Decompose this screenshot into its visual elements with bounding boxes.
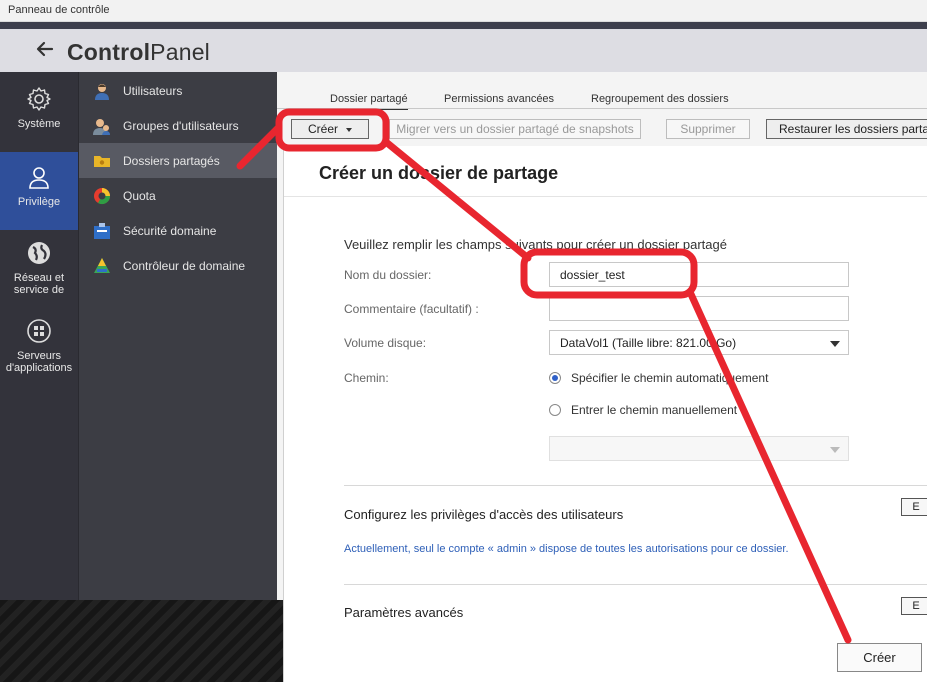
back-arrow-icon[interactable]: [34, 38, 56, 60]
submenu-label: Dossiers partagés: [123, 154, 220, 168]
submenu-label: Sécurité domaine: [123, 224, 217, 238]
domain-controller-icon: [94, 258, 110, 273]
user-icon: [29, 167, 49, 189]
create-share-dialog: Créer un dossier de partage Veuillez rem…: [283, 146, 927, 682]
gear-icon: [27, 87, 51, 111]
edit-advanced-button[interactable]: E: [901, 597, 927, 615]
tab-regroupement[interactable]: Regroupement des dossiers: [591, 93, 729, 105]
comment-label: Commentaire (facultatif) :: [344, 302, 479, 316]
user-icon: [95, 84, 109, 100]
nav-item-systeme[interactable]: Système: [0, 86, 78, 146]
path-label: Chemin:: [344, 371, 389, 385]
domain-security-icon: [94, 223, 110, 239]
titlebar-divider: [0, 22, 927, 29]
delete-button[interactable]: Supprimer: [666, 119, 750, 139]
section-divider: [344, 584, 927, 585]
submenu-label: Contrôleur de domaine: [123, 259, 246, 273]
submenu-item-dossiers-partages[interactable]: Dossiers partagés: [79, 143, 278, 178]
submenu-label: Quota: [123, 189, 156, 203]
submenu-item-utilisateurs[interactable]: Utilisateurs: [79, 73, 278, 108]
restore-folders-button[interactable]: Restaurer les dossiers partag: [766, 119, 927, 139]
volume-label: Volume disque:: [344, 336, 427, 350]
tab-dossier-partage[interactable]: Dossier partagé: [330, 93, 408, 111]
app-header: ControlPanel: [0, 29, 927, 72]
nav-label: Privilège: [17, 196, 61, 208]
create-button[interactable]: Créer: [837, 643, 922, 672]
path-manual-radio[interactable]: [549, 404, 561, 416]
submenu-item-quota[interactable]: Quota: [79, 178, 278, 213]
privileges-note: Actuellement, seul le compte « admin » d…: [344, 543, 789, 555]
folder-name-input[interactable]: dossier_test: [549, 262, 849, 287]
nav-item-serveurs[interactable]: Serveurs d'applications: [0, 318, 78, 378]
nav-item-privilege[interactable]: Privilège: [0, 152, 78, 230]
section-divider: [344, 485, 927, 486]
window-title: Panneau de contrôle: [8, 4, 110, 16]
main-nav: Système Privilège Réseau et service de S…: [0, 72, 78, 600]
nav-label: Système: [17, 118, 61, 130]
submenu-label: Utilisateurs: [123, 84, 183, 98]
chevron-down-icon: [830, 341, 840, 347]
volume-select[interactable]: DataVol1 (Taille libre: 821.00 Go): [549, 330, 849, 355]
volume-select-value: DataVol1 (Taille libre: 821.00 Go): [560, 336, 737, 350]
submenu-item-groupes[interactable]: Groupes d'utilisateurs: [79, 108, 278, 143]
tab-permissions-avancees[interactable]: Permissions avancées: [444, 93, 554, 105]
submenu-item-securite-domaine[interactable]: Sécurité domaine: [79, 213, 278, 248]
chevron-down-icon: [830, 447, 840, 453]
privilege-submenu: Utilisateurs Groupes d'utilisateurs Doss…: [78, 72, 278, 600]
path-manual-label[interactable]: Entrer le chemin manuellement: [571, 403, 737, 417]
dialog-divider: [284, 196, 927, 197]
nav-item-reseau[interactable]: Réseau et service de: [0, 240, 78, 300]
dialog-title: Créer un dossier de partage: [319, 163, 559, 183]
edit-privileges-button[interactable]: E: [901, 498, 927, 516]
nav-label: Serveurs d'applications: [5, 350, 73, 374]
submenu-label: Groupes d'utilisateurs: [123, 119, 239, 133]
path-auto-radio[interactable]: [549, 372, 561, 384]
create-dropdown-button[interactable]: Créer: [291, 119, 369, 139]
toolbar: Créer Migrer vers un dossier partagé de …: [277, 110, 927, 146]
privileges-section-title: Configurez les privilèges d'accès des ut…: [344, 507, 624, 522]
tab-bar: Dossier partagé Permissions avancées Reg…: [277, 72, 927, 111]
dialog-lead-text: Veuillez remplir les champs suivants pou…: [344, 237, 727, 252]
folder-name-label: Nom du dossier:: [344, 268, 432, 282]
submenu-item-controleur-domaine[interactable]: Contrôleur de domaine: [79, 248, 278, 283]
path-select: [549, 436, 849, 461]
comment-input[interactable]: [549, 296, 849, 321]
window-titlebar: Panneau de contrôle: [0, 0, 927, 22]
apps-icon: [27, 319, 51, 343]
group-icon: [93, 119, 110, 135]
path-auto-label[interactable]: Spécifier le chemin automatiquement: [571, 371, 768, 385]
quota-icon: [94, 188, 111, 205]
app-title: ControlPanel: [67, 39, 210, 65]
nav-label: Réseau et service de: [13, 272, 65, 296]
folder-icon: [94, 156, 110, 167]
globe-icon: [28, 242, 50, 264]
advanced-section-title: Paramètres avancés: [344, 605, 464, 620]
migrate-snapshot-button[interactable]: Migrer vers un dossier partagé de snapsh…: [389, 119, 641, 139]
caret-down-icon: [346, 127, 352, 132]
desktop-background: [0, 600, 283, 682]
